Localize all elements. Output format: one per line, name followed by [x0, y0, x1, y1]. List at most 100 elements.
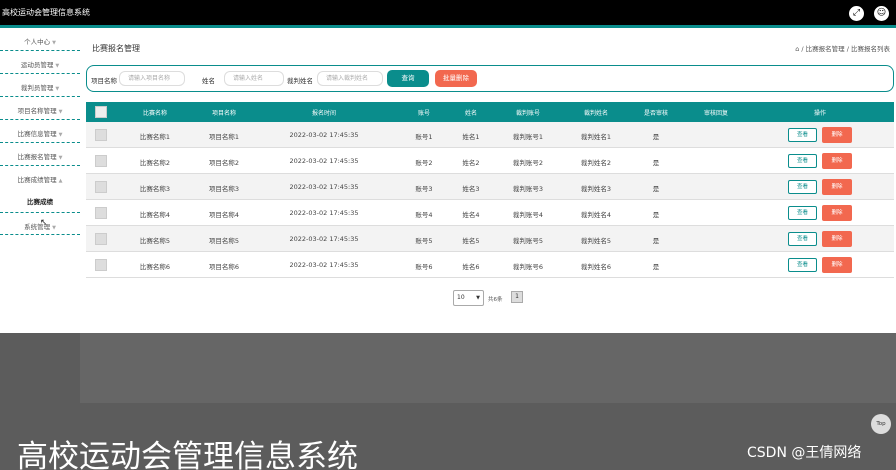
table-cell: 账号1 — [415, 133, 433, 141]
table-cell: 2022-03-02 17:45:35 — [289, 235, 359, 243]
column-header[interactable]: 比赛名称 — [143, 108, 167, 117]
page-title: 比赛报名管理 — [92, 44, 140, 53]
delete-button[interactable]: 删除 — [822, 153, 852, 169]
table-row: 比赛名称4 项目名称4 2022-03-02 17:45:35 账号4 姓名4 裁判账号4… — [86, 200, 894, 226]
table-cell: 账号3 — [415, 185, 433, 193]
expand-icon[interactable]: ⤢ — [849, 6, 864, 21]
view-button[interactable]: 查看 — [788, 128, 817, 142]
row-checkbox[interactable] — [95, 259, 107, 271]
table-cell: 是 — [652, 133, 660, 141]
submenu-item-results[interactable]: 比赛成绩 — [0, 196, 80, 206]
table-cell: 裁判账号6 — [512, 263, 544, 271]
breadcrumb: ⌂ / 比赛报名管理 / 比赛报名列表 — [795, 43, 890, 53]
sidebar-item-projects[interactable]: 项目名称管理 ▼ — [0, 97, 80, 120]
row-checkbox[interactable] — [95, 129, 107, 141]
breadcrumb-text[interactable]: / 比赛报名管理 / 比赛报名列表 — [801, 45, 890, 53]
view-button[interactable]: 查看 — [788, 154, 817, 168]
name-input[interactable]: 请输入姓名 — [224, 71, 284, 86]
delete-button[interactable]: 删除 — [822, 257, 852, 273]
table-cell: 比赛名称6 — [139, 263, 171, 271]
table-cell: 2022-03-02 17:45:35 — [289, 131, 359, 139]
delete-button[interactable]: 删除 — [822, 205, 852, 221]
column-header[interactable]: 裁判姓名 — [584, 108, 608, 117]
search-button[interactable]: 查询 — [387, 70, 429, 87]
page-button[interactable]: 1 — [511, 291, 523, 303]
total-count: 共6条 — [488, 297, 503, 303]
home-icon[interactable]: ⌂ — [795, 45, 799, 53]
chevron-down-icon: ▼ — [58, 132, 63, 138]
view-button[interactable]: 查看 — [788, 258, 817, 272]
project-label: 项目名称 — [91, 77, 117, 85]
table-cell: 2022-03-02 17:45:35 — [289, 209, 359, 217]
view-button[interactable]: 查看 — [788, 180, 817, 194]
table-cell: 裁判账号2 — [512, 159, 544, 167]
top-bar: 高校运动会管理信息系统 ⤢ ☺ — [0, 0, 896, 28]
chevron-down-icon: ▼ — [55, 86, 60, 92]
table-cell: 比赛名称5 — [139, 237, 171, 245]
judge-name-label: 裁判姓名 — [287, 77, 313, 85]
table-cell: 是 — [652, 185, 660, 193]
delete-button[interactable]: 删除 — [822, 179, 852, 195]
delete-button[interactable]: 删除 — [822, 231, 852, 247]
app-title: 高校运动会管理信息系统 — [2, 8, 90, 17]
page-size-select[interactable]: 10 ▼ — [453, 290, 484, 306]
column-header[interactable]: 项目名称 — [212, 108, 236, 117]
judge-name-input[interactable]: 请输入裁判姓名 — [317, 71, 383, 86]
sidebar-item-competitions[interactable]: 比赛信息管理 ▼ — [0, 120, 80, 143]
column-header[interactable]: 报名时间 — [312, 108, 336, 117]
table-cell: 裁判姓名5 — [580, 237, 612, 245]
table-cell: 比赛名称3 — [139, 185, 171, 193]
sidebar-item-personal-center[interactable]: 个人中心 ▼ — [0, 28, 80, 51]
main-content: 比赛报名管理 ⌂ / 比赛报名管理 / 比赛报名列表 项目名称 请输入项目名称 … — [80, 28, 896, 333]
table-cell: 姓名6 — [462, 263, 480, 271]
column-header[interactable]: 账号 — [418, 108, 430, 117]
sidebar-item-label: 比赛报名管理 — [17, 153, 57, 161]
table-cell: 账号4 — [415, 211, 433, 219]
back-to-top-button[interactable]: Top — [871, 414, 891, 434]
project-input[interactable]: 请输入项目名称 — [119, 71, 185, 86]
table-cell: 账号2 — [415, 159, 433, 167]
sidebar-item-results[interactable]: 比赛成绩管理 ▲ — [0, 166, 80, 189]
table-cell: 裁判账号5 — [512, 237, 544, 245]
column-header[interactable]: 裁判账号 — [516, 108, 540, 117]
sidebar-item-judges[interactable]: 裁判员管理 ▼ — [0, 74, 80, 97]
chevron-down-icon: ▼ — [52, 40, 56, 46]
table-cell: 姓名4 — [462, 211, 480, 219]
sidebar-item-label: 项目名称管理 — [17, 107, 57, 115]
column-header[interactable]: 姓名 — [465, 108, 477, 117]
mouse-cursor-icon: ↖ — [40, 218, 48, 228]
column-header[interactable]: 是否审核 — [644, 108, 668, 117]
view-button[interactable]: 查看 — [788, 206, 817, 220]
table-cell: 裁判姓名6 — [580, 263, 612, 271]
column-header: 操作 — [813, 110, 827, 117]
table-cell: 是 — [652, 159, 660, 167]
video-caption: 高校运动会管理信息系统 — [17, 439, 358, 470]
table-cell: 比赛名称1 — [139, 133, 171, 141]
row-checkbox[interactable] — [95, 233, 107, 245]
sidebar-item-label: 比赛信息管理 — [17, 130, 57, 138]
sidebar-item-athletes[interactable]: 运动员管理 ▼ — [0, 51, 80, 74]
table-cell: 姓名3 — [462, 185, 480, 193]
chevron-down-icon: ▼ — [55, 63, 60, 69]
view-button[interactable]: 查看 — [788, 232, 817, 246]
overlay-panel — [80, 333, 896, 403]
select-all-checkbox[interactable] — [95, 106, 107, 118]
batch-delete-button[interactable]: 批量删除 — [435, 70, 477, 87]
sidebar-item-registrations[interactable]: 比赛报名管理 ▼ — [0, 143, 80, 166]
name-label: 姓名 — [202, 77, 215, 85]
table-cell: 裁判账号4 — [512, 211, 544, 219]
column-header[interactable]: 审核回复 — [704, 108, 728, 117]
table-cell: 项目名称3 — [208, 185, 240, 193]
table-cell: 项目名称1 — [208, 133, 240, 141]
table-cell: 项目名称6 — [208, 263, 240, 271]
table-cell: 裁判账号3 — [512, 185, 544, 193]
row-checkbox[interactable] — [95, 181, 107, 193]
table-cell: 2022-03-02 17:45:35 — [289, 183, 359, 191]
table-cell: 比赛名称2 — [139, 159, 171, 167]
row-checkbox[interactable] — [95, 155, 107, 167]
table-cell: 是 — [652, 237, 660, 245]
table-cell: 裁判姓名3 — [580, 185, 612, 193]
delete-button[interactable]: 删除 — [822, 127, 852, 143]
user-icon[interactable]: ☺ — [874, 6, 889, 21]
row-checkbox[interactable] — [95, 207, 107, 219]
